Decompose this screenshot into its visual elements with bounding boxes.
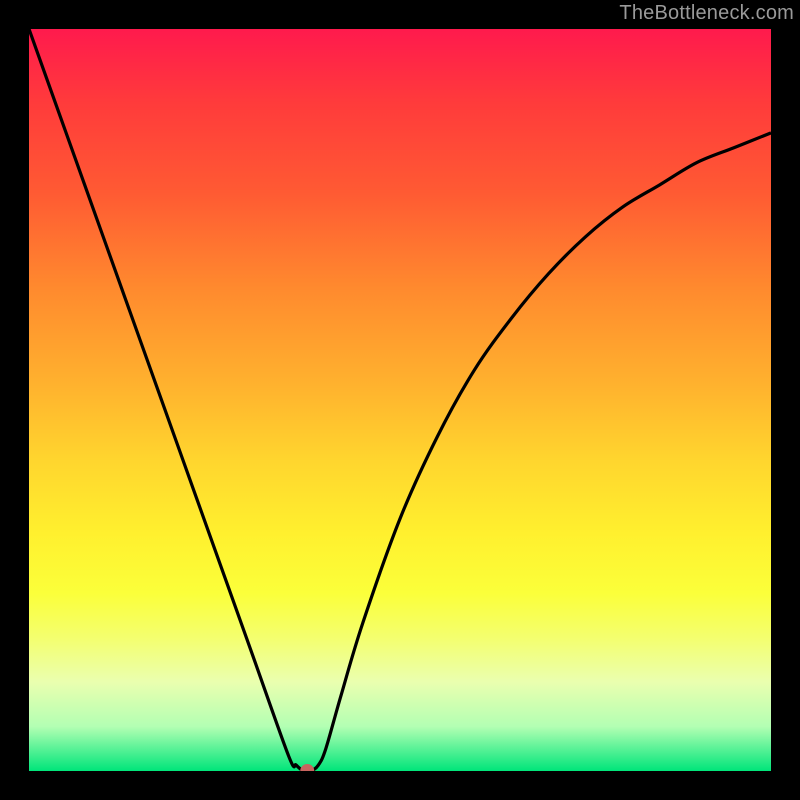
optimum-marker-dot xyxy=(300,764,314,771)
curve-layer xyxy=(29,29,771,771)
chart-frame: TheBottleneck.com xyxy=(0,0,800,800)
watermark-text: TheBottleneck.com xyxy=(619,2,794,25)
bottleneck-curve xyxy=(29,29,771,771)
